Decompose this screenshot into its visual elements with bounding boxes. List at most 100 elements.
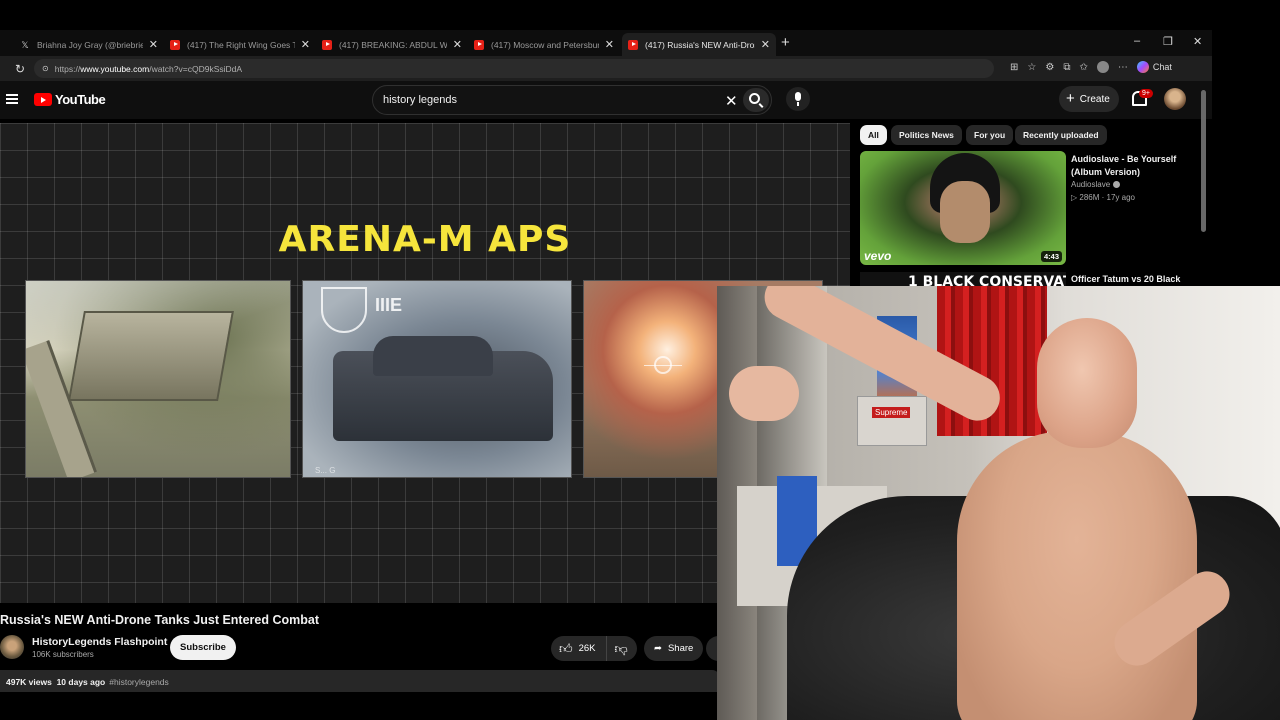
subscribe-button[interactable]: Subscribe [170,635,236,660]
chip-recently-uploaded[interactable]: Recently uploaded [1015,125,1107,145]
address-bar[interactable]: ⊙ https://www.youtube.com/watch?v=cQD9kS… [34,59,994,78]
restore-button[interactable]: ❐ [1163,35,1173,48]
favorites-icon[interactable]: ✩ [1079,62,1087,73]
page-scrollbar[interactable] [1201,90,1206,232]
video-frame-tank-center: IIIE S... G [302,280,572,478]
thumbnail-detail [940,181,990,243]
more-menu-icon[interactable]: ⋯ [1118,62,1128,73]
emblem-icon [321,287,367,333]
webcam-overlay: Supreme [717,286,1280,720]
recommended-channel-name: Audioslave [1071,180,1111,189]
chip-politics-news[interactable]: Politics News [891,125,962,145]
view-count: 497K views [6,677,52,687]
notification-badge: 9+ [1139,89,1153,98]
recommended-channel[interactable]: Audioslave [1071,180,1121,189]
account-avatar[interactable] [1164,88,1186,110]
favorite-star-icon[interactable]: ☆ [1027,62,1036,73]
browser-tab-strip: 𝕏 Briahna Joy Gray (@briebriejoy) / ✕ (4… [0,30,1212,56]
menu-icon[interactable] [6,94,18,104]
like-button[interactable]: 👍︎ 26K [551,636,607,661]
mini-fridge: Supreme [857,396,927,446]
reload-icon[interactable]: ↻ [15,62,25,76]
close-tab-icon[interactable]: ✕ [605,38,614,51]
site-info-icon[interactable]: ⊙ [42,64,49,73]
split-screen-icon[interactable]: ⧉ [1063,62,1070,73]
frame-caption: S... G [315,466,336,475]
hashtag-link[interactable]: #historylegends [109,677,169,687]
thumbs-down-icon: 👎︎ [614,640,628,656]
create-button[interactable]: + Create [1059,86,1119,112]
frame-detail [373,336,493,376]
recommended-thumbnail[interactable]: vevo 4:43 [860,151,1066,265]
vevo-logo: vevo [864,249,892,263]
copilot-label: Chat [1152,62,1172,72]
webcam-person [1037,318,1137,448]
browser-tab-3[interactable]: (417) BREAKING: ABDUL WINS IN… ✕ [316,33,468,56]
tab-title: (417) The Right Wing Goes To W… [187,39,295,50]
channel-name[interactable]: HistoryLegends Flashpoint [32,636,167,648]
search-button[interactable] [743,88,769,112]
extensions-icon[interactable]: ⚙ [1045,62,1054,73]
thumbnail-text: 1 BLACK CONSERVATIVE [908,274,1066,286]
browser-toolbar: ⊞ ☆ ⚙ ⧉ ✩ ⋯ Chat [1010,61,1172,73]
youtube-icon [628,39,638,50]
fridge-label: Supreme [872,407,911,418]
close-tab-icon[interactable]: ✕ [149,38,158,51]
copilot-chat-button[interactable]: Chat [1136,61,1172,73]
close-tab-icon[interactable]: ✕ [301,38,310,51]
recommended-title[interactable]: Audioslave - Be Yourself (Album Version) [1071,153,1201,178]
share-arrow-icon: ➦ [654,643,662,654]
youtube-icon [170,39,180,50]
dislike-button[interactable]: 👎︎ [607,636,637,661]
youtube-header: YouTube history legends ✕ + Create [0,81,1212,119]
browser-tab-4[interactable]: (417) Moscow and Petersburg Bu… ✕ [468,33,620,56]
close-tab-icon[interactable]: ✕ [761,38,770,51]
address-bar-row: ↻ ⊙ https://www.youtube.com/watch?v=cQD9… [0,56,1212,81]
clear-search-icon[interactable]: ✕ [725,92,738,110]
webcam-person [729,366,799,421]
app-available-icon[interactable]: ⊞ [1010,62,1018,73]
browser-tab-1[interactable]: 𝕏 Briahna Joy Gray (@briebriejoy) / ✕ [14,33,164,56]
channel-avatar[interactable] [0,635,24,659]
url-path: /watch?v=cQD9kSsiDdA [149,63,243,74]
emblem-text: IIIE [375,295,403,315]
x-icon: 𝕏 [21,39,29,50]
browser-tab-active[interactable]: (417) Russia's NEW Anti-Drone Ta… ✕ [622,33,776,56]
video-frame-tank-left [25,280,291,478]
tab-title: (417) Moscow and Petersburg Bu… [491,39,599,50]
copilot-icon [1136,61,1149,73]
youtube-logo[interactable]: YouTube [34,92,106,107]
like-dislike-group: 👍︎ 26K 👎︎ [551,636,637,661]
url-prefix: https:// [54,63,81,74]
video-overlay-heading: ARENA-M APS [278,219,572,260]
minimize-button[interactable]: – [1134,35,1140,47]
video-stats: 497K views 10 days ago #historylegends [6,677,169,687]
create-label: Create [1079,93,1110,105]
tab-title: (417) Russia's NEW Anti-Drone Ta… [645,39,755,50]
webcam-person [957,431,1197,720]
close-tab-icon[interactable]: ✕ [453,38,462,51]
chip-all[interactable]: All [860,125,887,145]
recommended-thumbnail[interactable]: 1 BLACK CONSERVATIVE [860,272,1066,286]
browser-tab-2[interactable]: (417) The Right Wing Goes To W… ✕ [164,33,316,56]
chip-for-you[interactable]: For you [966,125,1014,145]
search-box[interactable]: history legends ✕ [372,85,772,115]
duration-badge: 4:43 [1040,251,1062,262]
upload-age: 10 days ago [56,677,106,687]
recommended-title[interactable]: Officer Tatum vs 20 Black [1071,274,1180,284]
subscriber-count: 106K subscribers [32,650,94,659]
share-button[interactable]: ➦ Share [644,636,704,661]
close-window-button[interactable]: ✕ [1193,35,1202,48]
profile-avatar[interactable] [1096,61,1109,73]
youtube-icon [322,39,332,50]
new-tab-button[interactable]: + [781,34,790,51]
search-input[interactable]: history legends [383,94,457,106]
youtube-play-icon [34,93,52,106]
recommended-meta: ▷ 286M · 17y ago [1071,193,1135,202]
screen: 𝕏 Briahna Joy Gray (@briebriejoy) / ✕ (4… [0,0,1280,720]
verified-icon [1113,181,1121,188]
voice-search-button[interactable] [786,87,810,111]
search-icon [749,93,760,104]
video-title: Russia's NEW Anti-Drone Tanks Just Enter… [0,613,319,627]
url-host: www.youtube.com [80,63,150,74]
